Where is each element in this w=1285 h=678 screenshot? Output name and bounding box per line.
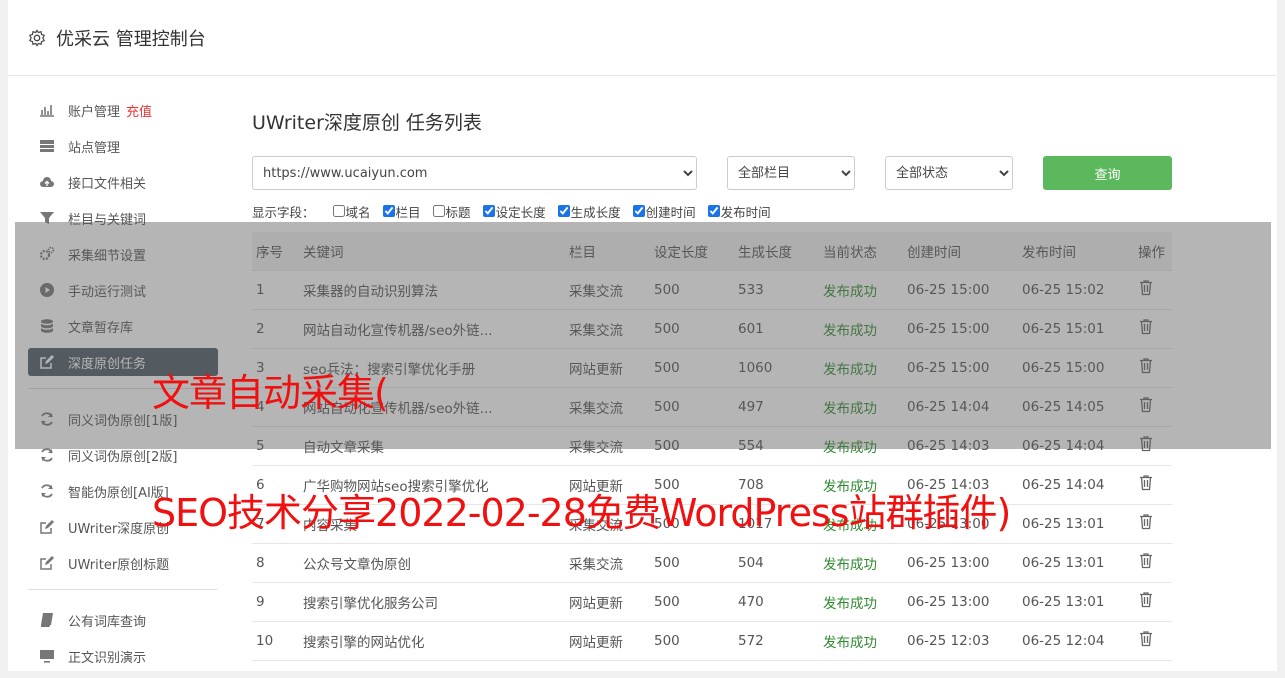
table-cell: 06-25 13:01 [1018, 581, 1134, 621]
recharge-link[interactable]: 充值 [126, 101, 152, 120]
action-cell [1134, 620, 1172, 661]
sidebar-item-label: 账户管理 [68, 104, 121, 120]
table-cell: 发布成功 [819, 620, 903, 661]
table-cell: 9 [252, 581, 299, 621]
action-cell [1134, 464, 1172, 504]
table-row: 8 公众号文章伪原创 采集交流 500 504 发布成功 06-25 13:00 06-25 … [252, 542, 1172, 582]
delete-icon[interactable] [1138, 552, 1154, 569]
field-label: 生成长度 [570, 204, 621, 220]
display-fields-label: 显示字段： [252, 204, 315, 220]
sidebar-item-label: 正文识别演示 [68, 650, 147, 666]
watermark-line-2: SEO技术分享2022-02-28免费WordPress站群插件) [152, 491, 1011, 535]
edit-icon [38, 518, 56, 536]
field-label: 标题 [445, 204, 471, 220]
table-cell: 搜索引擎的网站优化 [299, 620, 565, 661]
delete-icon[interactable] [1138, 591, 1154, 608]
top-header: 优采云 管理控制台 [8, 0, 1277, 76]
sidebar-item-1[interactable]: 站点管理 [28, 132, 218, 160]
sidebar-item-14[interactable]: 正文识别演示 [28, 642, 218, 670]
edit-icon [38, 554, 56, 572]
sidebar-item-13[interactable]: 公有词库查询 [28, 606, 218, 634]
sidebar-item-0[interactable]: 账户管理 充值 [28, 96, 218, 124]
field-label: 创建时间 [645, 204, 696, 220]
delete-icon[interactable] [1138, 630, 1154, 647]
table-cell: 06-25 12:04 [1018, 620, 1134, 661]
table-cell: 搜索引擎优化服务公司 [299, 581, 565, 621]
table-cell: 06-25 14:04 [1018, 464, 1134, 504]
action-cell [1134, 503, 1172, 543]
table-cell: 470 [734, 581, 819, 621]
field-toggle-6[interactable]: 发布时间 [707, 202, 771, 221]
book-icon [38, 611, 56, 629]
table-cell: 网站更新 [565, 620, 650, 661]
monitor-icon [38, 647, 56, 665]
field-checkbox[interactable] [707, 205, 720, 217]
sidebar-item-label: 公有词库查询 [68, 614, 147, 630]
app-title: 优采云 管理控制台 [56, 28, 206, 50]
table-cell: 504 [734, 542, 819, 582]
table-cell: 06-25 13:00 [903, 581, 1018, 621]
sidebar-item-label: 站点管理 [68, 140, 121, 156]
table-row: 9 搜索引擎优化服务公司 网站更新 500 470 发布成功 06-25 13:00 06-2… [252, 581, 1172, 621]
sidebar-item-2[interactable]: 接口文件相关 [28, 168, 218, 196]
field-toggle-1[interactable]: 栏目 [382, 202, 421, 221]
bar-chart-icon [38, 101, 56, 119]
field-checkbox[interactable] [557, 205, 570, 217]
field-label: 域名 [345, 204, 371, 220]
sidebar-item-label: UWriter原创标题 [68, 557, 170, 573]
server-icon [38, 137, 56, 155]
table-cell: 500 [650, 542, 734, 582]
query-button[interactable]: 查询 [1043, 156, 1172, 190]
refresh-icon [38, 482, 56, 500]
table-row: 10 搜索引擎的网站优化 网站更新 500 572 发布成功 06-25 12:03 06-2… [252, 620, 1172, 661]
display-fields: 显示字段： 域名 栏目 标题 设定长度 生成长度 创建时间 发布时间 [252, 202, 1172, 220]
table-cell: 发布成功 [819, 542, 903, 582]
field-label: 设定长度 [495, 204, 546, 220]
gear-icon [28, 28, 46, 47]
field-toggle-4[interactable]: 生成长度 [557, 202, 621, 221]
table-cell: 06-25 13:01 [1018, 503, 1134, 543]
site-select[interactable]: https://www.ucaiyun.com [252, 156, 697, 190]
action-cell [1134, 581, 1172, 621]
field-label: 栏目 [395, 204, 421, 220]
page-title: UWriter深度原创 任务列表 [252, 112, 482, 134]
field-toggle-2[interactable]: 标题 [432, 202, 471, 221]
table-cell: 572 [734, 620, 819, 661]
sidebar-item-12[interactable]: UWriter原创标题 [28, 549, 218, 577]
field-checkbox[interactable] [632, 205, 645, 217]
field-toggle-5[interactable]: 创建时间 [632, 202, 696, 221]
delete-icon[interactable] [1138, 474, 1154, 491]
table-cell: 500 [650, 581, 734, 621]
delete-icon[interactable] [1138, 513, 1154, 530]
sidebar-item-label: 接口文件相关 [68, 176, 147, 192]
sidebar-divider [28, 589, 217, 590]
field-toggle-3[interactable]: 设定长度 [482, 202, 546, 221]
field-label: 发布时间 [720, 204, 771, 220]
table-cell: 06-25 13:00 [903, 542, 1018, 582]
table-cell: 8 [252, 542, 299, 582]
watermark-line-1: 文章自动采集( [152, 371, 389, 415]
table-cell: 500 [650, 620, 734, 661]
status-select[interactable]: 全部状态 [885, 156, 1013, 190]
table-cell: 06-25 13:01 [1018, 542, 1134, 582]
filter-bar: https://www.ucaiyun.com 全部栏目 全部状态 查询 [252, 156, 1172, 190]
field-toggle-0[interactable]: 域名 [332, 202, 371, 221]
field-checkbox[interactable] [482, 205, 495, 217]
field-checkbox[interactable] [432, 205, 445, 217]
table-cell: 06-25 12:03 [903, 620, 1018, 661]
field-checkbox[interactable] [332, 205, 345, 217]
table-cell: 采集交流 [565, 542, 650, 582]
column-select[interactable]: 全部栏目 [727, 156, 855, 190]
table-cell: 网站更新 [565, 581, 650, 621]
table-cell: 10 [252, 620, 299, 661]
cloud-upload-icon [38, 173, 56, 191]
table-cell: 发布成功 [819, 581, 903, 621]
table-cell: 公众号文章伪原创 [299, 542, 565, 582]
field-checkbox[interactable] [382, 205, 395, 217]
action-cell [1134, 542, 1172, 582]
